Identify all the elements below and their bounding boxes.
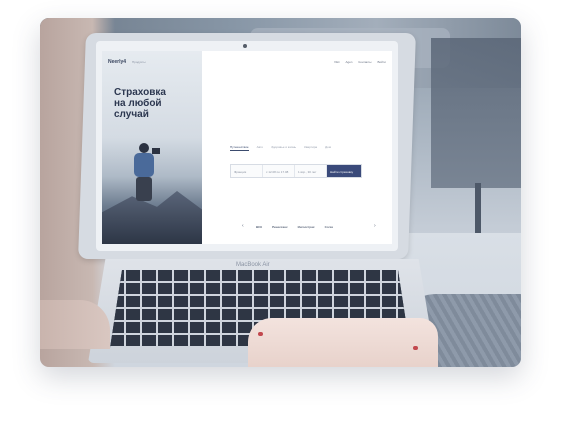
fingernail bbox=[413, 346, 418, 350]
tab-house[interactable]: Дом bbox=[325, 145, 331, 151]
insurance-tabs: Путешествие Авто Здоровье и жизнь Кварти… bbox=[230, 145, 331, 151]
background-chair bbox=[431, 38, 521, 188]
products-link[interactable]: Продукты bbox=[132, 60, 146, 64]
search-form: Франция с 12.08 по 17.08 1 взр., 30 лет … bbox=[230, 164, 362, 178]
nav-item[interactable]: Vikii bbox=[334, 60, 339, 64]
tab-auto[interactable]: Авто bbox=[257, 145, 264, 151]
partner-logo: Ингосстрах bbox=[297, 225, 315, 229]
search-button[interactable]: Найти страховку bbox=[327, 165, 361, 177]
site-logo[interactable]: Neerly4 bbox=[108, 59, 126, 65]
partner-logos: ВСК Ренессанс Ингосстрах Согаз bbox=[256, 225, 333, 229]
laptop-screen: Neerly4 Продукты Страховка на любой случ… bbox=[102, 51, 392, 244]
webcam-icon bbox=[243, 44, 247, 48]
top-nav: Vikii Agen Контакты Войти bbox=[334, 60, 386, 64]
partner-logo: Ренессанс bbox=[272, 225, 288, 229]
nav-item[interactable]: Agen bbox=[345, 60, 352, 64]
nav-item[interactable]: Контакты bbox=[358, 60, 371, 64]
tab-health[interactable]: Здоровье и жизнь bbox=[271, 145, 296, 151]
dates-field[interactable]: с 12.08 по 17.08 bbox=[263, 165, 295, 177]
partner-logo: ВСК bbox=[256, 225, 263, 229]
chevron-left-icon[interactable]: ‹ bbox=[242, 223, 244, 229]
tab-travel[interactable]: Путешествие bbox=[230, 145, 249, 151]
laptop-brand: MacBook Air bbox=[236, 262, 270, 268]
travelers-field[interactable]: 1 взр., 30 лет bbox=[295, 165, 327, 177]
chevron-right-icon[interactable]: › bbox=[374, 223, 376, 229]
left-hand bbox=[40, 300, 110, 349]
destination-field[interactable]: Франция bbox=[231, 165, 263, 177]
partner-logo: Согаз bbox=[324, 225, 334, 229]
hero-headline: Страховка на любой случай bbox=[114, 87, 166, 120]
right-hand bbox=[248, 318, 438, 367]
camera-icon bbox=[152, 148, 160, 154]
tab-apartment[interactable]: Квартира bbox=[304, 145, 317, 151]
fingernail bbox=[258, 332, 263, 336]
nav-item[interactable]: Войти bbox=[377, 60, 385, 64]
